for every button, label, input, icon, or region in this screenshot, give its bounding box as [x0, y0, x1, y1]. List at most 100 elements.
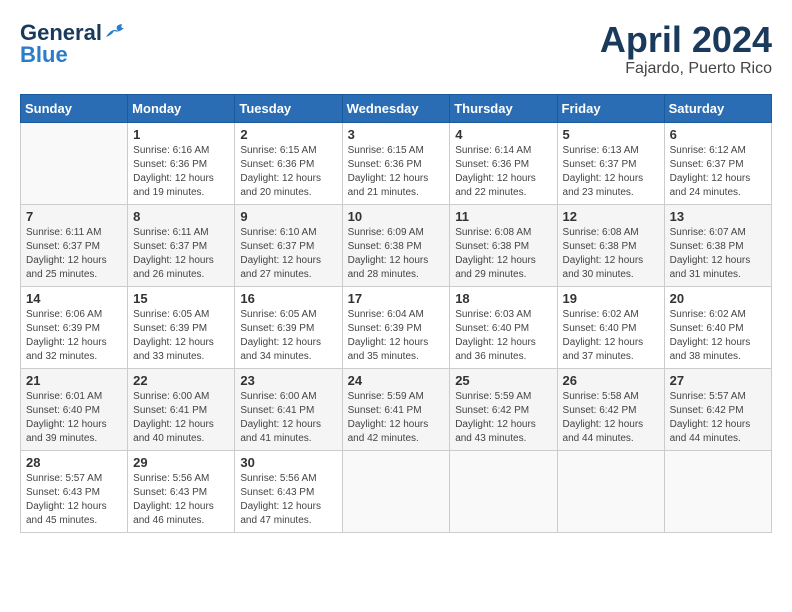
day-info: Sunrise: 5:59 AM Sunset: 6:42 PM Dayligh… — [455, 390, 551, 446]
day-number: 28 — [26, 455, 122, 470]
day-number: 19 — [563, 291, 659, 306]
calendar-cell — [557, 450, 664, 532]
calendar-cell: 27Sunrise: 5:57 AM Sunset: 6:42 PM Dayli… — [664, 368, 771, 450]
calendar-cell: 14 Sunrise: 6:06 AM Sunset: 6:39 PM Dayli… — [21, 286, 128, 368]
calendar-cell — [21, 122, 128, 204]
calendar-cell: 30 Sunrise: 5:56 AM Sunset: 6:43 PM Dayli… — [235, 450, 342, 532]
day-number: 29 — [133, 455, 229, 470]
day-info: Sunrise: 6:00 AM Sunset: 6:41 PM Dayligh… — [240, 390, 336, 446]
calendar-cell: 24Sunrise: 5:59 AM Sunset: 6:41 PM Dayli… — [342, 368, 450, 450]
calendar-cell: 26 Sunrise: 5:58 AM Sunset: 6:42 PM Dayli… — [557, 368, 664, 450]
day-number: 26 — [563, 373, 659, 388]
day-number: 11 — [455, 209, 551, 224]
column-header-friday: Friday — [557, 94, 664, 122]
month-year-title: April 2024 — [600, 20, 772, 60]
column-header-wednesday: Wednesday — [342, 94, 450, 122]
day-number: 20 — [670, 291, 766, 306]
day-info: Sunrise: 6:08 AM Sunset: 6:38 PM Dayligh… — [455, 226, 551, 282]
calendar-cell — [664, 450, 771, 532]
day-info: Sunrise: 6:16 AM Sunset: 6:36 PM Dayligh… — [133, 144, 229, 200]
day-info: Sunrise: 6:06 AM Sunset: 6:39 PM Dayligh… — [26, 308, 122, 364]
calendar-cell: 29Sunrise: 5:56 AM Sunset: 6:43 PM Dayli… — [128, 450, 235, 532]
column-header-tuesday: Tuesday — [235, 94, 342, 122]
day-info: Sunrise: 6:08 AM Sunset: 6:38 PM Dayligh… — [563, 226, 659, 282]
day-info: Sunrise: 5:58 AM Sunset: 6:42 PM Dayligh… — [563, 390, 659, 446]
calendar-cell: 19 Sunrise: 6:02 AM Sunset: 6:40 PM Dayli… — [557, 286, 664, 368]
calendar-cell: 11 Sunrise: 6:08 AM Sunset: 6:38 PM Dayli… — [450, 204, 557, 286]
day-number: 18 — [455, 291, 551, 306]
day-number: 22 — [133, 373, 229, 388]
logo-blue: Blue — [20, 42, 68, 68]
day-number: 15 — [133, 291, 229, 306]
day-info: Sunrise: 6:02 AM Sunset: 6:40 PM Dayligh… — [563, 308, 659, 364]
calendar-cell: 12 Sunrise: 6:08 AM Sunset: 6:38 PM Dayli… — [557, 204, 664, 286]
calendar-week-row: 21Sunrise: 6:01 AM Sunset: 6:40 PM Dayli… — [21, 368, 772, 450]
day-info: Sunrise: 6:05 AM Sunset: 6:39 PM Dayligh… — [133, 308, 229, 364]
calendar-cell: 17Sunrise: 6:04 AM Sunset: 6:39 PM Dayli… — [342, 286, 450, 368]
column-header-monday: Monday — [128, 94, 235, 122]
calendar-cell: 2 Sunrise: 6:15 AM Sunset: 6:36 PM Daylig… — [235, 122, 342, 204]
calendar-cell: 9 Sunrise: 6:10 AM Sunset: 6:37 PM Daylig… — [235, 204, 342, 286]
calendar-cell: 3 Sunrise: 6:15 AM Sunset: 6:36 PM Daylig… — [342, 122, 450, 204]
logo: General Blue — [20, 20, 126, 68]
calendar-cell: 1 Sunrise: 6:16 AM Sunset: 6:36 PM Daylig… — [128, 122, 235, 204]
day-number: 5 — [563, 127, 659, 142]
day-number: 2 — [240, 127, 336, 142]
day-info: Sunrise: 6:00 AM Sunset: 6:41 PM Dayligh… — [133, 390, 229, 446]
day-number: 4 — [455, 127, 551, 142]
day-number: 30 — [240, 455, 336, 470]
day-number: 1 — [133, 127, 229, 142]
day-number: 25 — [455, 373, 551, 388]
day-number: 9 — [240, 209, 336, 224]
day-number: 12 — [563, 209, 659, 224]
day-number: 24 — [348, 373, 445, 388]
location-subtitle: Fajardo, Puerto Rico — [600, 60, 772, 78]
day-info: Sunrise: 6:15 AM Sunset: 6:36 PM Dayligh… — [240, 144, 336, 200]
day-number: 8 — [133, 209, 229, 224]
calendar-cell: 10 Sunrise: 6:09 AM Sunset: 6:38 PM Dayli… — [342, 204, 450, 286]
calendar-cell: 21Sunrise: 6:01 AM Sunset: 6:40 PM Dayli… — [21, 368, 128, 450]
day-number: 10 — [348, 209, 445, 224]
day-info: Sunrise: 6:12 AM Sunset: 6:37 PM Dayligh… — [670, 144, 766, 200]
column-header-saturday: Saturday — [664, 94, 771, 122]
calendar-week-row: 7 Sunrise: 6:11 AM Sunset: 6:37 PM Daylig… — [21, 204, 772, 286]
calendar-cell: 25 Sunrise: 5:59 AM Sunset: 6:42 PM Dayli… — [450, 368, 557, 450]
calendar-cell: 8Sunrise: 6:11 AM Sunset: 6:37 PM Daylig… — [128, 204, 235, 286]
day-info: Sunrise: 6:14 AM Sunset: 6:36 PM Dayligh… — [455, 144, 551, 200]
day-info: Sunrise: 6:15 AM Sunset: 6:36 PM Dayligh… — [348, 144, 445, 200]
day-info: Sunrise: 6:09 AM Sunset: 6:38 PM Dayligh… — [348, 226, 445, 282]
day-number: 6 — [670, 127, 766, 142]
day-info: Sunrise: 6:05 AM Sunset: 6:39 PM Dayligh… — [240, 308, 336, 364]
day-number: 21 — [26, 373, 122, 388]
calendar-cell — [342, 450, 450, 532]
day-number: 3 — [348, 127, 445, 142]
calendar-cell: 22 Sunrise: 6:00 AM Sunset: 6:41 PM Dayli… — [128, 368, 235, 450]
calendar-cell: 23 Sunrise: 6:00 AM Sunset: 6:41 PM Dayli… — [235, 368, 342, 450]
page-header: General Blue April 2024 Fajardo, Puerto … — [20, 20, 772, 78]
day-info: Sunrise: 6:07 AM Sunset: 6:38 PM Dayligh… — [670, 226, 766, 282]
calendar-week-row: 1 Sunrise: 6:16 AM Sunset: 6:36 PM Daylig… — [21, 122, 772, 204]
calendar-cell: 20 Sunrise: 6:02 AM Sunset: 6:40 PM Dayli… — [664, 286, 771, 368]
calendar-cell: 6 Sunrise: 6:12 AM Sunset: 6:37 PM Daylig… — [664, 122, 771, 204]
calendar-cell: 7 Sunrise: 6:11 AM Sunset: 6:37 PM Daylig… — [21, 204, 128, 286]
calendar-cell: 5Sunrise: 6:13 AM Sunset: 6:37 PM Daylig… — [557, 122, 664, 204]
day-info: Sunrise: 6:10 AM Sunset: 6:37 PM Dayligh… — [240, 226, 336, 282]
day-info: Sunrise: 6:03 AM Sunset: 6:40 PM Dayligh… — [455, 308, 551, 364]
day-number: 7 — [26, 209, 122, 224]
day-info: Sunrise: 6:11 AM Sunset: 6:37 PM Dayligh… — [26, 226, 122, 282]
day-info: Sunrise: 6:02 AM Sunset: 6:40 PM Dayligh… — [670, 308, 766, 364]
calendar-week-row: 28 Sunrise: 5:57 AM Sunset: 6:43 PM Dayli… — [21, 450, 772, 532]
title-section: April 2024 Fajardo, Puerto Rico — [600, 20, 772, 78]
day-number: 23 — [240, 373, 336, 388]
day-info: Sunrise: 5:57 AM Sunset: 6:43 PM Dayligh… — [26, 472, 122, 528]
calendar-cell: 4 Sunrise: 6:14 AM Sunset: 6:36 PM Daylig… — [450, 122, 557, 204]
calendar-table: SundayMondayTuesdayWednesdayThursdayFrid… — [20, 94, 772, 533]
calendar-week-row: 14 Sunrise: 6:06 AM Sunset: 6:39 PM Dayli… — [21, 286, 772, 368]
calendar-cell: 15 Sunrise: 6:05 AM Sunset: 6:39 PM Dayli… — [128, 286, 235, 368]
column-header-thursday: Thursday — [450, 94, 557, 122]
day-number: 14 — [26, 291, 122, 306]
day-info: Sunrise: 6:04 AM Sunset: 6:39 PM Dayligh… — [348, 308, 445, 364]
day-info: Sunrise: 5:56 AM Sunset: 6:43 PM Dayligh… — [240, 472, 336, 528]
day-number: 13 — [670, 209, 766, 224]
calendar-cell — [450, 450, 557, 532]
